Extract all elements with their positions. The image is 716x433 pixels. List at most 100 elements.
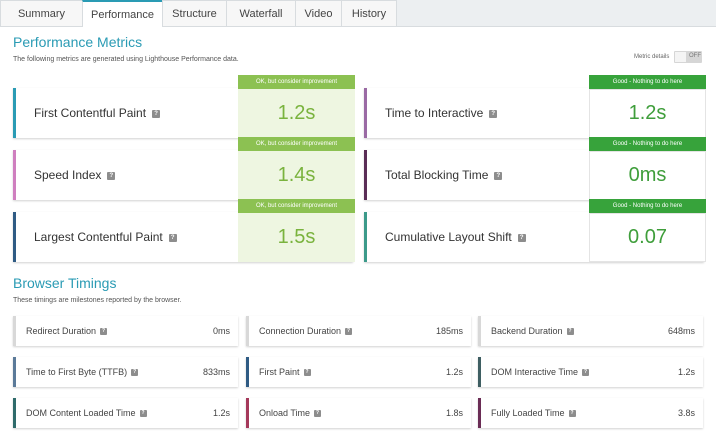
grade-badge: Good - Nothing to do here xyxy=(589,199,706,213)
help-icon[interactable]: ? xyxy=(168,233,177,242)
metric-grade: Good - Nothing to do here 0.07 xyxy=(589,199,706,262)
timing-value: 833ms xyxy=(202,367,230,377)
metric-grade: Good - Nothing to do here 1.2s xyxy=(589,75,706,138)
metric-label: Cumulative Layout Shift xyxy=(385,230,512,244)
metric-value: 0ms xyxy=(589,151,706,200)
timing-name: Connection Duration? xyxy=(259,326,353,336)
tab-summary[interactable]: Summary xyxy=(0,0,82,26)
metric-label: Largest Contentful Paint xyxy=(34,230,163,244)
timing-label: Fully Loaded Time xyxy=(491,408,565,418)
timing-name: Redirect Duration? xyxy=(26,326,108,336)
gtmetrix-report: Summary Performance Structure Waterfall … xyxy=(0,0,716,433)
timing-card: DOM Content Loaded Time? 1.2s xyxy=(13,398,238,428)
timing-name: DOM Interactive Time? xyxy=(491,367,590,377)
timing-card: First Paint? 1.2s xyxy=(246,357,471,387)
tab-waterfall[interactable]: Waterfall xyxy=(226,0,295,26)
browser-timings-description: These timings are milestones reported by… xyxy=(13,297,182,304)
help-icon[interactable]: ? xyxy=(494,171,503,180)
timing-value: 185ms xyxy=(435,326,463,336)
timing-label: DOM Interactive Time xyxy=(491,367,579,377)
timing-card: Redirect Duration? 0ms xyxy=(13,316,238,346)
timing-label: Backend Duration xyxy=(491,326,563,336)
timing-name: Backend Duration? xyxy=(491,326,574,336)
timing-label: Onload Time xyxy=(259,408,311,418)
timing-value: 648ms xyxy=(667,326,695,336)
timing-card: Connection Duration? 185ms xyxy=(246,316,471,346)
grade-badge: OK, but consider improvement xyxy=(238,137,355,151)
timing-value: 1.2s xyxy=(212,408,230,418)
help-icon[interactable]: ? xyxy=(582,369,590,377)
tab-video[interactable]: Video xyxy=(295,0,341,26)
metric-card: Speed Index? OK, but consider improvement… xyxy=(13,137,355,200)
metric-card: First Contentful Paint? OK, but consider … xyxy=(13,75,355,138)
performance-title: Performance Metrics xyxy=(13,34,143,50)
help-icon[interactable]: ? xyxy=(489,109,498,118)
grade-badge: OK, but consider improvement xyxy=(238,75,355,89)
tab-history[interactable]: History xyxy=(341,0,397,26)
performance-description: The following metrics are generated usin… xyxy=(13,56,239,63)
metric-name: Time to Interactive? xyxy=(385,106,498,120)
timing-label: First Paint xyxy=(259,367,300,377)
metric-details-toggle[interactable]: OFF xyxy=(674,51,702,63)
metric-card: Total Blocking Time? Good - Nothing to do… xyxy=(364,137,706,200)
metric-label: First Contentful Paint xyxy=(34,106,147,120)
help-icon[interactable]: ? xyxy=(568,410,576,418)
metric-value: 1.2s xyxy=(238,89,355,138)
metric-name: First Contentful Paint? xyxy=(34,106,161,120)
timing-label: DOM Content Loaded Time xyxy=(26,408,136,418)
help-icon[interactable]: ? xyxy=(100,328,108,336)
toggle-knob xyxy=(675,52,686,62)
metric-value: 1.2s xyxy=(589,89,706,138)
metric-grade: OK, but consider improvement 1.2s xyxy=(238,75,355,138)
metric-value: 0.07 xyxy=(589,213,706,262)
timing-name: Time to First Byte (TTFB)? xyxy=(26,367,139,377)
timing-value: 3.8s xyxy=(677,408,695,418)
metric-card: Largest Contentful Paint? OK, but conside… xyxy=(13,199,355,262)
timing-value: 1.8s xyxy=(445,408,463,418)
metric-grade: OK, but consider improvement 1.4s xyxy=(238,137,355,200)
metric-name: Speed Index? xyxy=(34,168,116,182)
metric-name: Cumulative Layout Shift? xyxy=(385,230,526,244)
toggle-state-label: OFF xyxy=(689,53,701,59)
report-tabs: Summary Performance Structure Waterfall … xyxy=(0,0,397,27)
metric-card: Cumulative Layout Shift? Good - Nothing t… xyxy=(364,199,706,262)
grade-badge: OK, but consider improvement xyxy=(238,199,355,213)
help-icon[interactable]: ? xyxy=(566,328,574,336)
metric-label: Total Blocking Time xyxy=(385,168,489,182)
timing-card: DOM Interactive Time? 1.2s xyxy=(478,357,703,387)
help-icon[interactable]: ? xyxy=(314,410,322,418)
metric-name: Largest Contentful Paint? xyxy=(34,230,177,244)
timing-card: Time to First Byte (TTFB)? 833ms xyxy=(13,357,238,387)
browser-timings-title: Browser Timings xyxy=(13,275,117,291)
grade-badge: Good - Nothing to do here xyxy=(589,75,706,89)
timing-card: Onload Time? 1.8s xyxy=(246,398,471,428)
tab-structure[interactable]: Structure xyxy=(162,0,226,26)
tab-performance[interactable]: Performance xyxy=(82,0,162,27)
help-icon[interactable]: ? xyxy=(139,410,147,418)
metric-details-label: Metric details xyxy=(634,54,670,60)
metric-grade: Good - Nothing to do here 0ms xyxy=(589,137,706,200)
timing-value: 1.2s xyxy=(445,367,463,377)
help-icon[interactable]: ? xyxy=(152,109,161,118)
grade-badge: Good - Nothing to do here xyxy=(589,137,706,151)
metric-value: 1.4s xyxy=(238,151,355,200)
timing-name: Fully Loaded Time? xyxy=(491,408,576,418)
timing-card: Fully Loaded Time? 3.8s xyxy=(478,398,703,428)
timing-name: Onload Time? xyxy=(259,408,322,418)
help-icon[interactable]: ? xyxy=(131,369,139,377)
help-icon[interactable]: ? xyxy=(303,369,311,377)
timing-card: Backend Duration? 648ms xyxy=(478,316,703,346)
timing-label: Time to First Byte (TTFB) xyxy=(26,367,128,377)
help-icon[interactable]: ? xyxy=(517,233,526,242)
timing-value: 0ms xyxy=(212,326,230,336)
metric-grade: OK, but consider improvement 1.5s xyxy=(238,199,355,262)
timing-label: Connection Duration xyxy=(259,326,342,336)
help-icon[interactable]: ? xyxy=(107,171,116,180)
timing-name: First Paint? xyxy=(259,367,311,377)
timing-label: Redirect Duration xyxy=(26,326,97,336)
timing-name: DOM Content Loaded Time? xyxy=(26,408,147,418)
metric-name: Total Blocking Time? xyxy=(385,168,503,182)
metric-card: Time to Interactive? Good - Nothing to do… xyxy=(364,75,706,138)
timing-value: 1.2s xyxy=(677,367,695,377)
help-icon[interactable]: ? xyxy=(345,328,353,336)
